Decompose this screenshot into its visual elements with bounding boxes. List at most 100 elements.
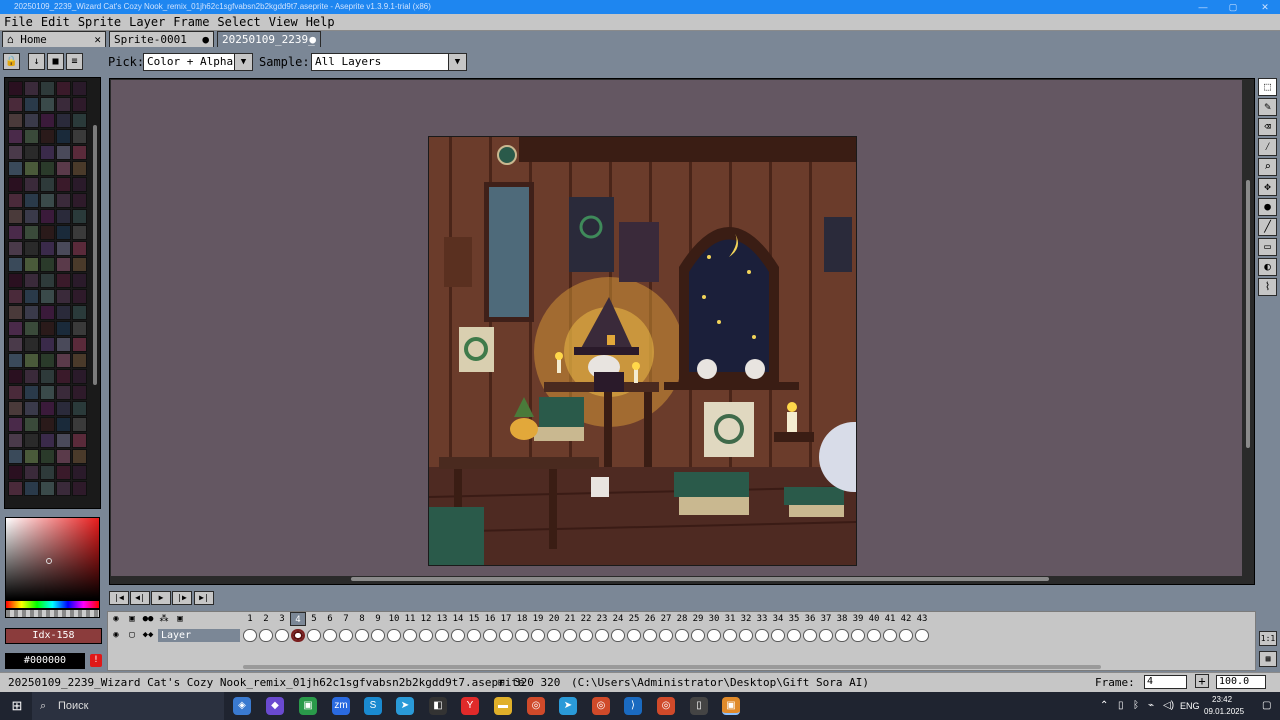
scroll-thumb[interactable]: [351, 577, 1049, 581]
minimize-button[interactable]: —: [1188, 0, 1218, 14]
cel[interactable]: [371, 629, 385, 642]
vscode-icon[interactable]: ⟩: [624, 697, 642, 715]
palette-swatch[interactable]: [72, 449, 87, 464]
onion-skin-icon[interactable]: ⁂: [157, 613, 171, 626]
foreground-color-hex[interactable]: #000000: [5, 653, 85, 669]
palette-swatch[interactable]: [24, 417, 39, 432]
palette-swatch[interactable]: [56, 465, 71, 480]
eraser-tool-icon[interactable]: ⌫: [1258, 118, 1277, 136]
palette-swatch[interactable]: [72, 193, 87, 208]
cel[interactable]: [307, 629, 321, 642]
frame-number[interactable]: 39: [850, 612, 866, 626]
layer-visible-icon[interactable]: ◉: [109, 629, 123, 642]
frame-number[interactable]: 42: [898, 612, 914, 626]
palette-swatch[interactable]: [56, 353, 71, 368]
menu-sprite[interactable]: Sprite: [74, 14, 125, 30]
frame-number[interactable]: 13: [434, 612, 450, 626]
maximize-button[interactable]: ▢: [1218, 0, 1248, 14]
frame-number[interactable]: 18: [514, 612, 530, 626]
cel[interactable]: [579, 629, 593, 642]
menu-file[interactable]: File: [0, 14, 37, 30]
palette-swatch[interactable]: [56, 433, 71, 448]
continuous-icon[interactable]: ●●: [141, 613, 155, 626]
palette-swatch[interactable]: [8, 257, 23, 272]
palette-swatch[interactable]: [40, 241, 55, 256]
frame-number[interactable]: 8: [354, 612, 370, 626]
palette-swatch[interactable]: [40, 177, 55, 192]
cel[interactable]: [675, 629, 689, 642]
tray-chevron-icon[interactable]: ⌃: [1100, 700, 1108, 711]
telegram-2-icon[interactable]: ➤: [559, 697, 577, 715]
palette-swatch[interactable]: [24, 177, 39, 192]
palette-swatch[interactable]: [8, 321, 23, 336]
palette-swatch[interactable]: [72, 417, 87, 432]
palette-swatch[interactable]: [56, 209, 71, 224]
palette-swatch[interactable]: [56, 449, 71, 464]
palette-swatch[interactable]: [8, 401, 23, 416]
palette-swatch[interactable]: [24, 241, 39, 256]
palette-swatch[interactable]: [72, 97, 87, 112]
cel[interactable]: [387, 629, 401, 642]
cel[interactable]: [531, 629, 545, 642]
frame-number[interactable]: 38: [834, 612, 850, 626]
tray-app-icon[interactable]: ⌁: [1148, 700, 1154, 711]
timeline-scrollbar[interactable]: [243, 665, 1101, 669]
palette-swatch[interactable]: [56, 337, 71, 352]
palette-swatch[interactable]: [24, 369, 39, 384]
palette-swatch[interactable]: [40, 145, 55, 160]
cel[interactable]: [611, 629, 625, 642]
add-frame-button[interactable]: +: [1195, 674, 1209, 688]
palette-swatch[interactable]: [24, 273, 39, 288]
palette-swatch[interactable]: [56, 129, 71, 144]
palette-swatch[interactable]: [40, 289, 55, 304]
color-index-box[interactable]: Idx-158: [5, 628, 102, 644]
palette-swatch[interactable]: [56, 177, 71, 192]
timeline-layout-icon[interactable]: ▦: [1259, 651, 1277, 667]
layer-name[interactable]: Layer: [158, 629, 240, 642]
palette-swatch[interactable]: [56, 161, 71, 176]
frame-number[interactable]: 9: [370, 612, 386, 626]
palette-swatch[interactable]: [8, 289, 23, 304]
cel[interactable]: [723, 629, 737, 642]
frame-number[interactable]: 4: [290, 612, 306, 626]
palette-swatch[interactable]: [56, 369, 71, 384]
layer-continuous-icon[interactable]: ◆◆: [141, 629, 155, 642]
tab-sprite-0001[interactable]: Sprite-0001 ●: [109, 31, 214, 47]
stop-icon[interactable]: ■: [47, 53, 64, 70]
palette-swatch[interactable]: [72, 113, 87, 128]
frame-number[interactable]: 37: [818, 612, 834, 626]
cel[interactable]: [899, 629, 913, 642]
palette-swatch[interactable]: [8, 417, 23, 432]
palette-swatch[interactable]: [56, 417, 71, 432]
yandex-icon[interactable]: Y: [461, 697, 479, 715]
palette-swatch[interactable]: [72, 145, 87, 160]
sample-select[interactable]: All Layers ▼: [311, 53, 467, 71]
line-tool-icon[interactable]: ╱: [1258, 218, 1277, 236]
app-dark-icon[interactable]: ◧: [429, 697, 447, 715]
palette-swatch[interactable]: [24, 289, 39, 304]
modified-dot-icon[interactable]: ●: [309, 32, 316, 47]
palette-swatch[interactable]: [40, 305, 55, 320]
palette-scrollbar[interactable]: [92, 80, 98, 505]
next-frame-icon[interactable]: |▶: [172, 591, 192, 605]
frame-number[interactable]: 11: [402, 612, 418, 626]
palette-swatch[interactable]: [72, 321, 87, 336]
palette-swatch[interactable]: [72, 273, 87, 288]
palette-swatch[interactable]: [72, 177, 87, 192]
palette-swatch[interactable]: [72, 465, 87, 480]
frame-number[interactable]: 6: [322, 612, 338, 626]
horizontal-scrollbar[interactable]: [111, 576, 1253, 582]
copilot-icon[interactable]: ◈: [233, 697, 251, 715]
palette-swatch[interactable]: [24, 465, 39, 480]
palette-swatch[interactable]: [8, 241, 23, 256]
palette-swatch[interactable]: [8, 145, 23, 160]
palette-swatch[interactable]: [72, 225, 87, 240]
palette-swatch[interactable]: [56, 113, 71, 128]
palette-swatch[interactable]: [24, 385, 39, 400]
frame-number[interactable]: 24: [610, 612, 626, 626]
frame-number[interactable]: 16: [482, 612, 498, 626]
palette-swatch[interactable]: [8, 209, 23, 224]
palette-swatch[interactable]: [40, 209, 55, 224]
cel[interactable]: [499, 629, 513, 642]
cel[interactable]: [515, 629, 529, 642]
